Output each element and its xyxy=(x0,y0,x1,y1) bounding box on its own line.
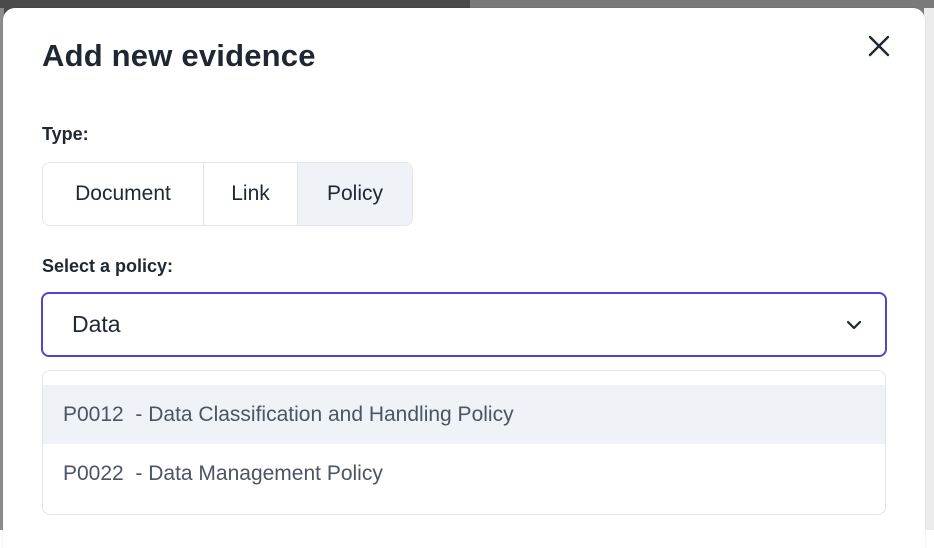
type-option-link[interactable]: Link xyxy=(204,163,298,225)
close-icon xyxy=(868,35,890,57)
type-segmented-control: Document Link Policy xyxy=(42,162,413,226)
backdrop-right-panel xyxy=(924,8,934,530)
type-option-policy[interactable]: Policy xyxy=(298,163,412,225)
policy-dropdown-list: P0012 - Data Classification and Handling… xyxy=(42,370,886,515)
policy-select-value: Data xyxy=(72,311,121,337)
modal-title: Add new evidence xyxy=(42,38,316,73)
policy-select-input[interactable]: Data xyxy=(41,292,887,357)
policy-option[interactable]: P0012 - Data Classification and Handling… xyxy=(43,385,885,444)
add-evidence-modal: Add new evidence Type: Document Link Pol… xyxy=(3,8,925,548)
close-button[interactable] xyxy=(865,32,893,60)
policy-option[interactable]: P0022 - Data Management Policy xyxy=(43,444,885,503)
chevron-down-icon[interactable] xyxy=(845,318,863,332)
policy-label: Select a policy: xyxy=(42,256,174,276)
type-label: Type: xyxy=(42,124,89,144)
type-option-document[interactable]: Document xyxy=(43,163,204,225)
